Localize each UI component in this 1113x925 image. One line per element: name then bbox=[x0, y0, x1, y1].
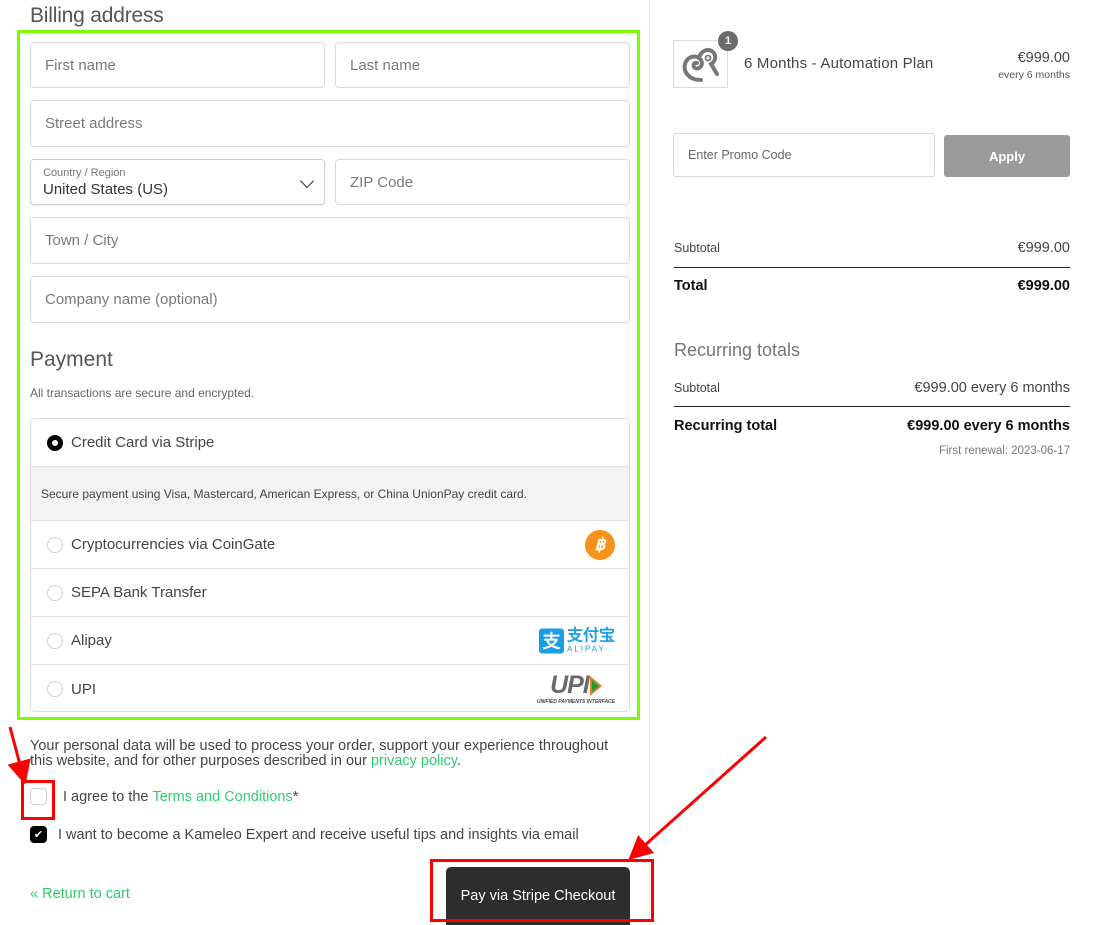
terms-checkbox-annotation bbox=[21, 780, 55, 820]
recurring-subtotal-row: Subtotal €999.00 every 6 months bbox=[674, 380, 1070, 396]
upi-logo: UPI UNIFIED PAYMENTS INTERFACE bbox=[536, 671, 615, 706]
first-name-input[interactable] bbox=[43, 55, 324, 75]
radio-unselected[interactable] bbox=[47, 536, 63, 553]
payment-method-label: SEPA Bank Transfer bbox=[71, 584, 207, 601]
payment-method-coingate[interactable]: Cryptocurrencies via CoinGate ฿ bbox=[31, 521, 629, 569]
radio-selected[interactable] bbox=[47, 434, 63, 451]
radio-unselected[interactable] bbox=[47, 584, 63, 601]
pay-button-annotation bbox=[430, 859, 654, 922]
product-price: €999.00 bbox=[1017, 50, 1070, 66]
payment-method-upi[interactable]: UPI UPI UNIFIED PAYMENTS INTERFACE bbox=[31, 665, 629, 711]
expert-row: ✔ I want to become a Kameleo Expert and … bbox=[30, 826, 579, 843]
promo-code-field[interactable] bbox=[673, 133, 935, 177]
country-select[interactable]: Country / Region United States (US) bbox=[30, 159, 325, 205]
radio-unselected[interactable] bbox=[47, 632, 63, 649]
quantity-badge: 1 bbox=[718, 31, 738, 51]
recurring-total-row: Recurring total €999.00 every 6 months bbox=[674, 418, 1070, 434]
privacy-text: Your personal data will be used to proce… bbox=[30, 738, 609, 769]
alipay-mark-icon: 支 bbox=[538, 628, 564, 653]
chameleon-logo-icon bbox=[682, 48, 719, 82]
column-divider bbox=[649, 0, 650, 922]
alipay-logo: 支 支付宝 ALIPAY bbox=[538, 627, 615, 653]
payment-method-label: UPI bbox=[71, 680, 97, 698]
payment-method-label: Credit Card via Stripe bbox=[71, 434, 215, 451]
bitcoin-icon: ฿ bbox=[585, 529, 615, 560]
payment-method-stripe[interactable]: Credit Card via Stripe bbox=[31, 419, 629, 467]
promo-code-input[interactable] bbox=[686, 147, 934, 163]
return-to-cart-link[interactable]: « Return to cart bbox=[30, 886, 130, 902]
recurring-totals-title: Recurring totals bbox=[674, 340, 801, 360]
terms-prefix: I agree to the bbox=[63, 788, 149, 805]
company-name-input[interactable] bbox=[43, 290, 629, 309]
total-value: €999.00 bbox=[1017, 278, 1070, 294]
terms-link[interactable]: Terms and Conditions bbox=[152, 789, 292, 805]
payment-method-label: Alipay bbox=[71, 632, 112, 649]
town-city-input[interactable] bbox=[43, 231, 629, 250]
recurring-subtotal-value: €999.00 every 6 months bbox=[914, 380, 1070, 396]
product-name: 6 Months - Automation Plan bbox=[744, 55, 934, 72]
privacy-end: . bbox=[456, 753, 461, 769]
alipay-logo-en: ALIPAY bbox=[566, 644, 606, 653]
last-name-field[interactable] bbox=[335, 42, 630, 88]
product-period: every 6 months bbox=[998, 69, 1070, 81]
required-asterisk: * bbox=[292, 788, 299, 805]
terms-row: I agree to the Terms and Conditions * bbox=[30, 788, 298, 805]
recurring-total-label: Recurring total bbox=[674, 418, 778, 434]
country-value: United States (US) bbox=[43, 180, 169, 198]
upi-logo-text: UPI bbox=[550, 671, 590, 699]
radio-unselected[interactable] bbox=[47, 681, 63, 697]
payment-method-alipay[interactable]: Alipay 支 支付宝 ALIPAY bbox=[31, 617, 629, 665]
upi-arrow-icon bbox=[589, 675, 602, 696]
checkmark-icon: ✔ bbox=[33, 829, 44, 841]
first-name-field[interactable] bbox=[30, 42, 325, 88]
country-label: Country / Region bbox=[43, 166, 126, 179]
billing-address-title: Billing address bbox=[30, 4, 164, 27]
recurring-subtotal-label: Subtotal bbox=[674, 381, 720, 395]
stripe-description: Secure payment using Visa, Mastercard, A… bbox=[31, 467, 629, 521]
arrow-to-checkbox bbox=[7, 726, 31, 785]
payment-methods-list: Credit Card via Stripe Secure payment us… bbox=[30, 418, 630, 712]
total-label: Total bbox=[674, 278, 708, 294]
zip-code-field[interactable] bbox=[335, 159, 630, 205]
street-address-input[interactable] bbox=[43, 114, 629, 133]
first-renewal-date: First renewal: 2023-06-17 bbox=[938, 445, 1070, 457]
street-address-field[interactable] bbox=[30, 100, 630, 147]
expert-checkbox[interactable]: ✔ bbox=[30, 826, 47, 843]
upi-logo-sub: UNIFIED PAYMENTS INTERFACE bbox=[536, 699, 615, 705]
expert-label: I want to become a Kameleo Expert and re… bbox=[58, 826, 579, 843]
privacy-notice: Your personal data will be used to proce… bbox=[30, 739, 630, 769]
payment-method-sepa[interactable]: SEPA Bank Transfer bbox=[31, 569, 629, 617]
subtotal-label: Subtotal bbox=[674, 241, 720, 255]
chevron-down-icon bbox=[299, 173, 315, 189]
payment-method-label: Cryptocurrencies via CoinGate bbox=[71, 536, 276, 553]
last-name-input[interactable] bbox=[348, 55, 629, 75]
arrow-to-pay-button bbox=[628, 735, 767, 860]
privacy-policy-link[interactable]: privacy policy bbox=[371, 753, 457, 769]
alipay-logo-cn: 支付宝 bbox=[566, 627, 615, 644]
total-row: Total €999.00 bbox=[674, 278, 1070, 294]
recurring-total-value: €999.00 every 6 months bbox=[907, 418, 1070, 434]
town-city-field[interactable] bbox=[30, 217, 630, 264]
subtotal-value: €999.00 bbox=[1017, 240, 1070, 256]
divider bbox=[674, 267, 1070, 268]
company-name-field[interactable] bbox=[30, 276, 630, 323]
zip-code-input[interactable] bbox=[348, 172, 629, 192]
apply-promo-button[interactable]: Apply bbox=[944, 135, 1070, 177]
payment-subtitle: All transactions are secure and encrypte… bbox=[30, 386, 255, 400]
divider bbox=[674, 406, 1070, 407]
subtotal-row: Subtotal €999.00 bbox=[674, 240, 1070, 256]
payment-title: Payment bbox=[30, 348, 113, 371]
